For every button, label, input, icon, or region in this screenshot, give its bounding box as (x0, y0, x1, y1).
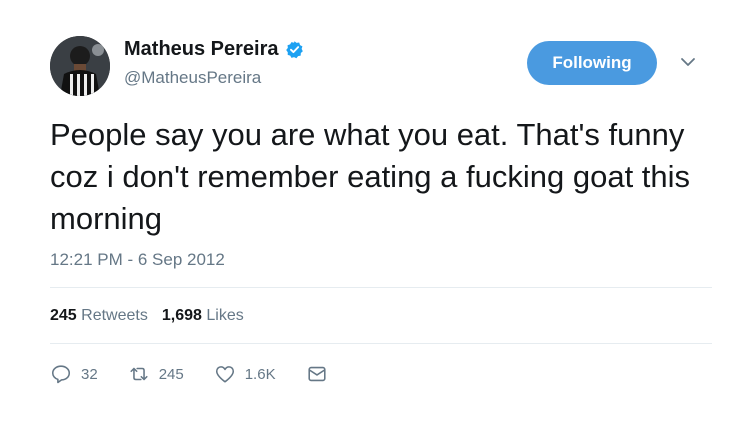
retweet-action[interactable]: 245 (128, 363, 184, 385)
retweets-stat[interactable]: 245 Retweets (50, 307, 148, 325)
profile-photo-icon (50, 36, 110, 96)
tweet-text: People say you are what you eat. That's … (50, 117, 691, 236)
tweet-actions: 32 245 1.6K (50, 362, 358, 386)
likes-label: Likes (206, 307, 244, 324)
reply-count: 32 (81, 365, 98, 383)
user-handle[interactable]: @MatheusPereira (124, 68, 261, 88)
retweet-count: 245 (158, 365, 184, 383)
verified-badge-icon (285, 41, 303, 59)
following-button[interactable]: Following (527, 41, 657, 85)
retweets-count: 245 (50, 307, 77, 324)
divider (50, 343, 712, 344)
reply-icon[interactable] (50, 363, 72, 385)
retweet-icon[interactable] (128, 363, 150, 385)
avatar[interactable] (50, 36, 110, 96)
engagement-stats: 245 Retweets 1,698 Likes (50, 307, 244, 325)
like-icon[interactable] (214, 363, 236, 385)
display-name[interactable]: Matheus Pereira (124, 38, 279, 61)
tweet-card: Matheus Pereira @MatheusPereira Followin… (0, 0, 750, 421)
likes-count: 1,698 (161, 307, 202, 324)
like-count: 1.6K (244, 365, 276, 383)
display-name-row[interactable]: Matheus Pereira (124, 38, 304, 61)
reply-action[interactable]: 32 (50, 363, 98, 385)
divider (50, 287, 712, 288)
message-action[interactable] (306, 363, 328, 385)
message-icon[interactable] (306, 363, 328, 385)
chevron-down-icon[interactable] (680, 56, 696, 68)
likes-stat[interactable]: 1,698 Likes (162, 307, 244, 325)
like-action[interactable]: 1.6K (214, 363, 276, 385)
tweet-timestamp[interactable]: 12:21 PM - 6 Sep 2012 (50, 250, 225, 270)
retweets-label: Retweets (81, 307, 148, 324)
